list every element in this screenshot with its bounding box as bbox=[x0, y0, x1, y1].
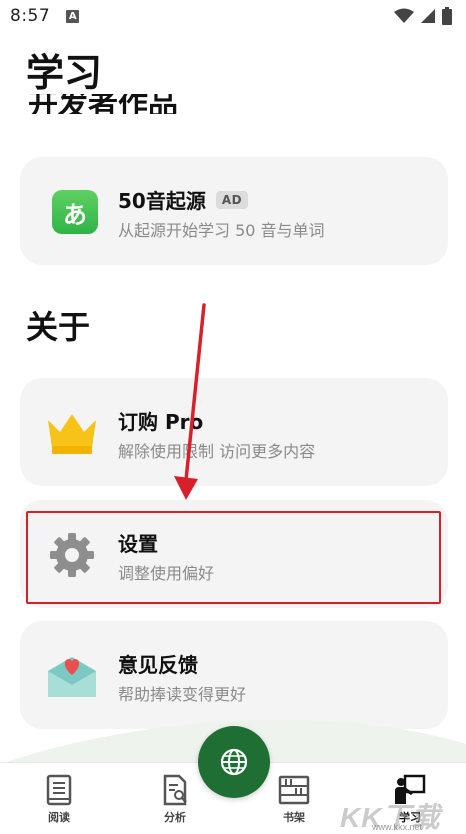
status-bar: 8:57 A bbox=[0, 0, 466, 32]
subscribe-subtitle: 解除使用限制 访问更多内容 bbox=[118, 442, 316, 461]
status-icons bbox=[394, 7, 452, 25]
app-promo-title: 50音起源 AD bbox=[118, 185, 249, 214]
section-heading-about: 关于 bbox=[26, 308, 91, 346]
feedback-card[interactable]: 意见反馈 帮助捧读变得更好 bbox=[20, 621, 448, 729]
tab-analyze-label: 分析 bbox=[164, 811, 186, 824]
app-promo-subtitle: 从起源开始学习 50 音与单词 bbox=[118, 221, 325, 240]
app-promo-card[interactable]: あ 50音起源 AD 从起源开始学习 50 音与单词 bbox=[20, 157, 448, 265]
wifi-icon bbox=[394, 8, 414, 23]
app-50-glyph: あ bbox=[52, 190, 98, 234]
status-time: 8:57 bbox=[10, 6, 51, 26]
tab-bookshelf-label: 书架 bbox=[283, 811, 305, 824]
section-heading-developer-text: 开发者作品 bbox=[28, 94, 178, 114]
app-promo-title-text: 50音起源 bbox=[118, 189, 206, 213]
crown-icon bbox=[44, 406, 100, 460]
app-50-icon: あ bbox=[44, 185, 100, 239]
bookshelf-icon bbox=[278, 775, 310, 805]
battery-icon bbox=[442, 7, 452, 25]
signal-icon bbox=[421, 9, 435, 23]
feedback-title: 意见反馈 bbox=[118, 653, 198, 677]
watermark-url: www.kkx.net bbox=[372, 822, 423, 832]
feedback-subtitle: 帮助捧读变得更好 bbox=[118, 685, 247, 704]
subscribe-pro-card[interactable]: 订购 Pro 解除使用限制 访问更多内容 bbox=[20, 378, 448, 486]
gear-icon bbox=[44, 528, 100, 582]
ad-badge: AD bbox=[215, 190, 249, 209]
section-heading-developer: 开发者作品 bbox=[28, 94, 228, 114]
globe-fab-button[interactable] bbox=[198, 726, 270, 798]
page-title: 学习 bbox=[26, 51, 103, 95]
subscribe-title: 订购 Pro bbox=[118, 410, 204, 434]
notification-icon: A bbox=[66, 9, 80, 23]
tab-read-label: 阅读 bbox=[48, 811, 70, 824]
tab-read[interactable]: 阅读 bbox=[19, 763, 99, 834]
globe-icon bbox=[220, 748, 248, 776]
document-search-icon bbox=[163, 774, 187, 806]
settings-card[interactable]: 设置 调整使用偏好 bbox=[20, 500, 448, 608]
settings-title: 设置 bbox=[118, 532, 158, 556]
book-icon bbox=[46, 774, 72, 806]
settings-subtitle: 调整使用偏好 bbox=[118, 564, 215, 583]
envelope-heart-icon bbox=[44, 649, 100, 703]
